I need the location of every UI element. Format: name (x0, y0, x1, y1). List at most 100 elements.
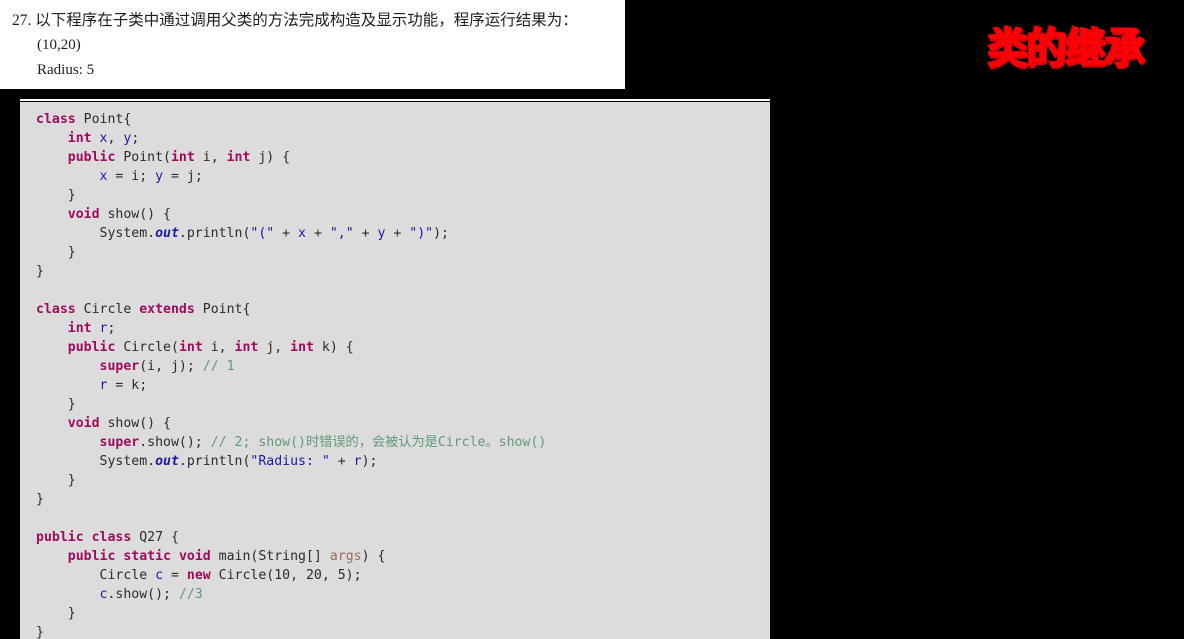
code-line: class Point{ (36, 110, 770, 129)
code-line: x = i; y = j; (36, 167, 770, 186)
code-token-var: c (155, 568, 164, 583)
code-token-kw: super (99, 359, 140, 374)
code-token-pln: .println( (178, 226, 251, 241)
code-token-str: "Radius: " (250, 454, 330, 469)
code-token-pln: , (107, 131, 124, 146)
code-token-str: "(" (250, 226, 275, 241)
code-token-pln (36, 549, 68, 564)
code-token-pln: } (36, 264, 44, 279)
code-token-var: x (298, 226, 306, 241)
code-line: } (36, 243, 770, 262)
code-token-pln (36, 150, 68, 165)
code-token-kw: static (123, 549, 171, 564)
code-token-pln: i, (202, 340, 235, 355)
code-line: super.show(); // 2; show()时错误的，会被认为是Circ… (36, 433, 770, 452)
code-line: } (36, 395, 770, 414)
code-token-pln: ); (433, 226, 449, 241)
code-token-pln: .show(); (139, 435, 211, 450)
code-token-pln: j, (258, 340, 291, 355)
code-token-fld: out (155, 454, 179, 469)
code-token-kw: int (178, 340, 203, 355)
code-token-var: r (99, 321, 108, 336)
code-token-cmt: // 1 (202, 359, 235, 374)
code-line: public Point(int i, int j) { (36, 148, 770, 167)
code-line: r = k; (36, 376, 770, 395)
code-line: public class Q27 { (36, 528, 770, 547)
code-token-pln (36, 340, 68, 355)
code-token-pln: = j; (163, 169, 203, 184)
code-token-pln: } (36, 625, 44, 639)
code-token-kw: class (36, 302, 76, 317)
code-token-pln: (i, j); (139, 359, 203, 374)
code-line: public static void main(String[] args) { (36, 547, 770, 566)
code-token-pln: } (36, 397, 76, 412)
code-line: System.out.println("Radius: " + r); (36, 452, 770, 471)
code-token-pln: } (36, 473, 76, 488)
code-token-kw: public (67, 150, 116, 165)
code-token-kw: public (36, 530, 84, 545)
code-token-pln (36, 207, 68, 222)
code-token-pln: Circle( (115, 340, 179, 355)
code-token-kw: super (99, 435, 140, 450)
code-token-pln (36, 587, 100, 602)
code-token-pln (171, 549, 179, 564)
code-token-str: ")" (409, 226, 434, 241)
code-token-kw: class (36, 112, 76, 127)
expected-output-line-2: Radius: 5 (37, 62, 95, 78)
code-token-kw: int (170, 150, 195, 165)
code-token-pln: .println( (178, 454, 251, 469)
code-token-pln: ) { (361, 549, 386, 564)
code-token-pln (92, 321, 100, 336)
code-token-pln: System. (36, 226, 156, 241)
code-token-fld: out (155, 226, 179, 241)
code-token-pln (36, 131, 68, 146)
code-token-kw: extends (139, 302, 195, 317)
code-token-pln: } (36, 606, 76, 621)
code-token-pln (36, 359, 100, 374)
code-token-pln (84, 530, 92, 545)
code-token-var: y (155, 169, 164, 184)
code-token-pln: show() { (99, 416, 171, 431)
code-line: super(i, j); // 1 (36, 357, 770, 376)
code-token-pln: Circle (36, 568, 156, 583)
code-token-pln: .show(); (107, 587, 179, 602)
code-line: System.out.println("(" + x + "," + y + "… (36, 224, 770, 243)
code-token-kw: void (67, 416, 100, 431)
code-line: int x, y; (36, 129, 770, 148)
code-token-pln: Point{ (194, 302, 251, 317)
code-token-kw: int (234, 340, 259, 355)
code-line: void show() { (36, 205, 770, 224)
code-token-pln: ); (361, 454, 378, 469)
code-panel-top-border (20, 99, 770, 101)
code-token-kw: new (186, 568, 211, 583)
question-card: 27. 以下程序在子类中通过调用父类的方法完成构造及显示功能，程序运行结果为： … (0, 0, 625, 89)
code-line: } (36, 262, 770, 281)
code-token-pln: + (353, 226, 378, 241)
code-token-pln: + (274, 226, 299, 241)
code-token-pln (36, 435, 100, 450)
code-line: } (36, 604, 770, 623)
code-line: } (36, 490, 770, 509)
code-token-pln: + (329, 454, 354, 469)
code-token-pln: + (385, 226, 410, 241)
code-token-pln: Q27 { (131, 530, 179, 545)
code-token-kw: class (91, 530, 132, 545)
code-line: class Circle extends Point{ (36, 300, 770, 319)
code-token-cmt: // 2; show()时错误的，会被认为是Circle。show() (210, 435, 547, 450)
code-line: Circle c = new Circle(10, 20, 5); (36, 566, 770, 585)
code-line: } (36, 471, 770, 490)
code-token-kw: void (67, 207, 100, 222)
code-token-pln: Point( (115, 150, 171, 165)
code-token-pln (36, 321, 68, 336)
code-token-pln: main(String[] (210, 549, 330, 564)
code-token-pln: i, (194, 150, 227, 165)
code-token-pln: } (36, 492, 44, 507)
code-token-pln: } (36, 188, 76, 203)
code-token-var: r (353, 454, 362, 469)
code-token-pln: Point{ (75, 112, 132, 127)
code-block: class Point{ int x, y; public Point(int … (20, 102, 770, 639)
code-line: c.show(); //3 (36, 585, 770, 604)
code-lines-container: class Point{ int x, y; public Point(int … (36, 110, 770, 639)
code-token-kw: void (178, 549, 211, 564)
